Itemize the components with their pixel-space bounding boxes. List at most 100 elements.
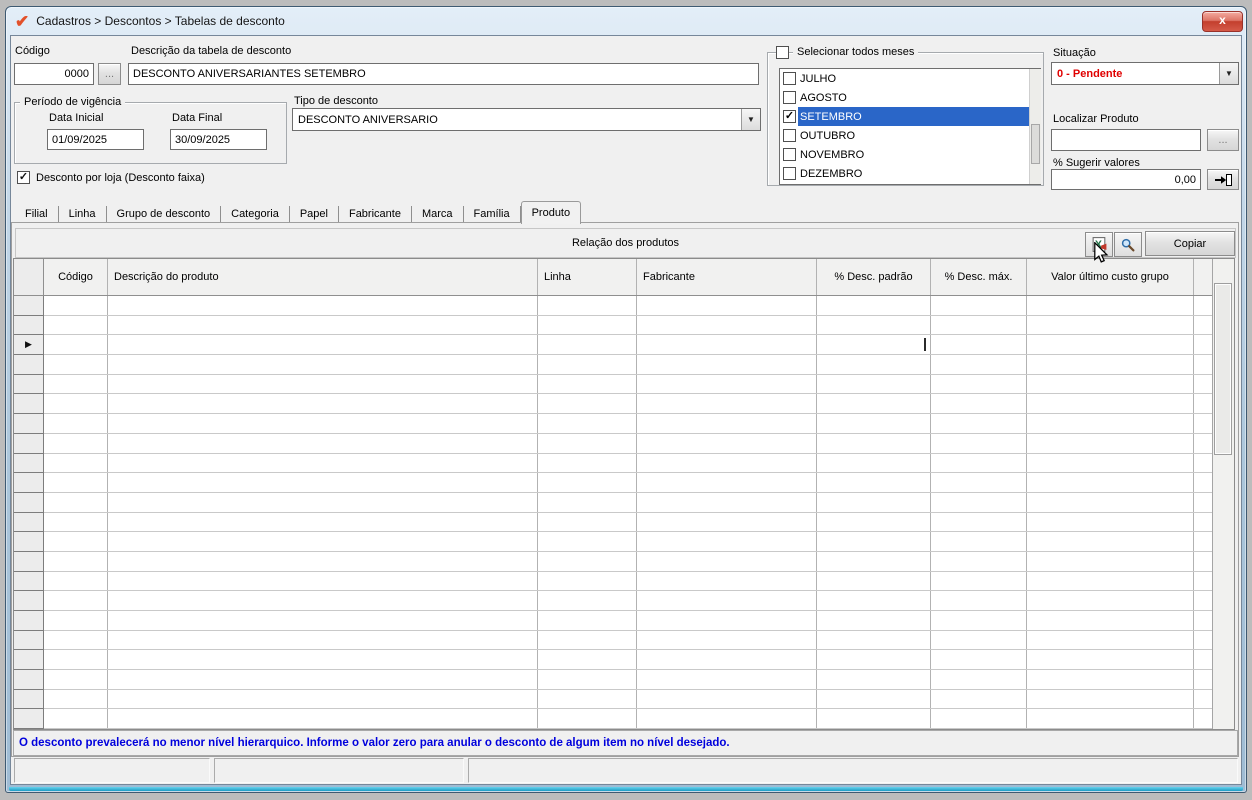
grid-cell[interactable]: [44, 414, 108, 433]
grid-cell[interactable]: [44, 434, 108, 453]
grid-cell[interactable]: [1027, 709, 1194, 728]
grid-cell[interactable]: [108, 690, 538, 709]
grid-cell[interactable]: [931, 631, 1027, 650]
grid-cell[interactable]: [931, 670, 1027, 689]
grid-cell[interactable]: [44, 493, 108, 512]
grid-cell[interactable]: [637, 296, 817, 315]
grid-cell[interactable]: [817, 552, 931, 571]
grid-cell[interactable]: [817, 532, 931, 551]
grid-cell[interactable]: [538, 631, 637, 650]
grid-row[interactable]: [14, 414, 1212, 434]
grid-cell[interactable]: [817, 316, 931, 335]
grid-cell[interactable]: [108, 532, 538, 551]
grid-cell[interactable]: [44, 591, 108, 610]
grid-cell[interactable]: [931, 552, 1027, 571]
grid-cell[interactable]: [538, 414, 637, 433]
grid-cell[interactable]: [637, 709, 817, 728]
grid-cell[interactable]: [931, 375, 1027, 394]
grid-cell[interactable]: [931, 316, 1027, 335]
grid-cell[interactable]: [1027, 414, 1194, 433]
month-checkbox[interactable]: [783, 129, 796, 142]
grid-cell[interactable]: [817, 591, 931, 610]
grid-cell[interactable]: [538, 375, 637, 394]
month-item-agosto[interactable]: AGOSTO: [780, 88, 1040, 107]
grid-cell[interactable]: [1027, 591, 1194, 610]
grid-cell[interactable]: [538, 513, 637, 532]
grid-cell[interactable]: [637, 690, 817, 709]
grid-cell[interactable]: [931, 355, 1027, 374]
grid-cell[interactable]: [108, 670, 538, 689]
grid-cell[interactable]: [1027, 316, 1194, 335]
grid-row[interactable]: [14, 473, 1212, 493]
grid-row[interactable]: [14, 572, 1212, 592]
grid-cell[interactable]: [817, 513, 931, 532]
tab-familia[interactable]: Família: [464, 206, 521, 223]
grid-scrollbar-thumb[interactable]: [1214, 283, 1232, 455]
column-header-Fabricante[interactable]: Fabricante: [637, 259, 817, 295]
grid-cell[interactable]: [108, 434, 538, 453]
grid-cell[interactable]: [108, 454, 538, 473]
grid-vertical-scrollbar[interactable]: [1212, 259, 1234, 729]
months-list[interactable]: JULHOAGOSTO✓SETEMBROOUTUBRONOVEMBRODEZEM…: [779, 68, 1041, 185]
grid-cell[interactable]: [931, 493, 1027, 512]
grid-cell[interactable]: [817, 611, 931, 630]
grid-cell[interactable]: [817, 355, 931, 374]
grid-cell[interactable]: [538, 552, 637, 571]
grid-cell[interactable]: [108, 473, 538, 492]
apply-to-grid-button[interactable]: [1207, 169, 1239, 190]
grid-cell[interactable]: [108, 296, 538, 315]
data-final-input[interactable]: [170, 129, 267, 150]
grid-cell[interactable]: [538, 532, 637, 551]
grid-cell[interactable]: [108, 493, 538, 512]
grid-cell[interactable]: [44, 532, 108, 551]
grid-cell[interactable]: [1027, 611, 1194, 630]
grid-cell[interactable]: [931, 434, 1027, 453]
tab-grupo-de-desconto[interactable]: Grupo de desconto: [107, 206, 222, 223]
grid-cell[interactable]: [931, 394, 1027, 413]
grid-cell[interactable]: [637, 532, 817, 551]
grid-cell[interactable]: [637, 631, 817, 650]
grid-cell[interactable]: [108, 414, 538, 433]
grid-cell[interactable]: [108, 611, 538, 630]
grid-cell[interactable]: [931, 709, 1027, 728]
grid-cell[interactable]: [538, 454, 637, 473]
grid-cell[interactable]: [931, 454, 1027, 473]
tipo-desconto-combo[interactable]: DESCONTO ANIVERSARIO ▼: [292, 108, 761, 131]
grid-cell[interactable]: [817, 375, 931, 394]
grid-cell[interactable]: [538, 670, 637, 689]
column-header-Descrição do produto[interactable]: Descrição do produto: [108, 259, 538, 295]
month-checkbox[interactable]: [783, 167, 796, 180]
grid-cell[interactable]: [637, 650, 817, 669]
grid-row[interactable]: [14, 355, 1212, 375]
column-header-Código[interactable]: Código: [44, 259, 108, 295]
column-header-Valor último custo grupo[interactable]: Valor último custo grupo: [1027, 259, 1194, 295]
grid-cell[interactable]: [1027, 454, 1194, 473]
tab-fabricante[interactable]: Fabricante: [339, 206, 412, 223]
grid-cell[interactable]: [44, 611, 108, 630]
grid-cell[interactable]: [637, 513, 817, 532]
grid-cell[interactable]: [817, 493, 931, 512]
search-product-button[interactable]: [1114, 232, 1142, 257]
grid-row[interactable]: [14, 709, 1212, 729]
grid-row[interactable]: [14, 611, 1212, 631]
grid-cell[interactable]: [1027, 572, 1194, 591]
grid-cell[interactable]: [44, 572, 108, 591]
grid-cell[interactable]: [817, 670, 931, 689]
grid-cell[interactable]: [1027, 532, 1194, 551]
grid-cell[interactable]: [538, 355, 637, 374]
grid-row[interactable]: [14, 532, 1212, 552]
grid-row[interactable]: [14, 552, 1212, 572]
grid-row[interactable]: [14, 316, 1212, 336]
sugerir-valores-input[interactable]: [1051, 169, 1201, 190]
grid-cell[interactable]: [44, 552, 108, 571]
grid-cell[interactable]: [1027, 650, 1194, 669]
tab-filial[interactable]: Filial: [15, 206, 59, 223]
tab-categoria[interactable]: Categoria: [221, 206, 290, 223]
grid-cell[interactable]: [538, 690, 637, 709]
grid-cell[interactable]: [44, 375, 108, 394]
grid-cell[interactable]: [931, 572, 1027, 591]
grid-cell[interactable]: [44, 631, 108, 650]
grid-row[interactable]: [14, 394, 1212, 414]
grid-cell[interactable]: [108, 513, 538, 532]
tab-marca[interactable]: Marca: [412, 206, 464, 223]
